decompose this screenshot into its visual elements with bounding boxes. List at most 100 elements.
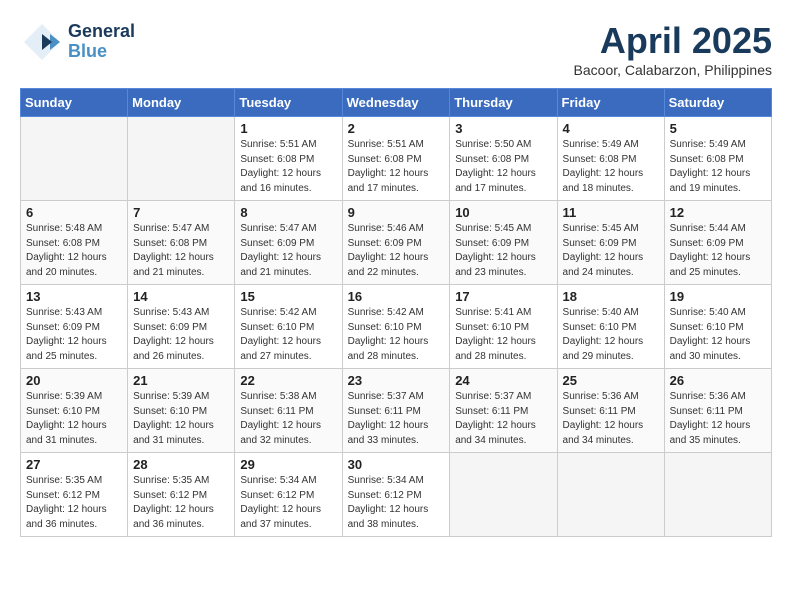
calendar-cell: 30 Sunrise: 5:34 AMSunset: 6:12 PMDayligh… [342, 453, 450, 537]
calendar-cell [21, 117, 128, 201]
day-number: 26 [670, 373, 766, 388]
calendar-cell: 16 Sunrise: 5:42 AMSunset: 6:10 PMDayligh… [342, 285, 450, 369]
day-info: Sunrise: 5:36 AMSunset: 6:11 PMDaylight:… [563, 390, 659, 448]
calendar-cell: 2 Sunrise: 5:51 AMSunset: 6:08 PMDaylight… [342, 117, 450, 201]
day-number: 13 [26, 289, 122, 304]
day-number: 4 [563, 121, 659, 136]
day-info: Sunrise: 5:44 AMSunset: 6:09 PMDaylight:… [670, 222, 766, 280]
day-info: Sunrise: 5:51 AMSunset: 6:08 PMDaylight:… [348, 138, 445, 196]
day-number: 9 [348, 205, 445, 220]
day-info: Sunrise: 5:38 AMSunset: 6:11 PMDaylight:… [240, 390, 336, 448]
day-info: Sunrise: 5:35 AMSunset: 6:12 PMDaylight:… [26, 474, 122, 532]
week-row-4: 20 Sunrise: 5:39 AMSunset: 6:10 PMDayligh… [21, 369, 772, 453]
day-info: Sunrise: 5:47 AMSunset: 6:09 PMDaylight:… [240, 222, 336, 280]
day-info: Sunrise: 5:46 AMSunset: 6:09 PMDaylight:… [348, 222, 445, 280]
day-number: 2 [348, 121, 445, 136]
weekday-header-row: SundayMondayTuesdayWednesdayThursdayFrid… [21, 89, 772, 117]
weekday-header-tuesday: Tuesday [235, 89, 342, 117]
day-info: Sunrise: 5:36 AMSunset: 6:11 PMDaylight:… [670, 390, 766, 448]
weekday-header-friday: Friday [557, 89, 664, 117]
day-number: 1 [240, 121, 336, 136]
day-number: 12 [670, 205, 766, 220]
calendar-cell: 18 Sunrise: 5:40 AMSunset: 6:10 PMDayligh… [557, 285, 664, 369]
day-info: Sunrise: 5:41 AMSunset: 6:10 PMDaylight:… [455, 306, 551, 364]
calendar-cell: 9 Sunrise: 5:46 AMSunset: 6:09 PMDaylight… [342, 201, 450, 285]
calendar-cell: 5 Sunrise: 5:49 AMSunset: 6:08 PMDaylight… [664, 117, 771, 201]
calendar-cell: 10 Sunrise: 5:45 AMSunset: 6:09 PMDayligh… [450, 201, 557, 285]
day-info: Sunrise: 5:49 AMSunset: 6:08 PMDaylight:… [670, 138, 766, 196]
calendar-cell [128, 117, 235, 201]
calendar-cell [664, 453, 771, 537]
day-number: 24 [455, 373, 551, 388]
day-number: 17 [455, 289, 551, 304]
calendar-cell: 6 Sunrise: 5:48 AMSunset: 6:08 PMDaylight… [21, 201, 128, 285]
calendar-cell: 7 Sunrise: 5:47 AMSunset: 6:08 PMDaylight… [128, 201, 235, 285]
calendar-cell: 24 Sunrise: 5:37 AMSunset: 6:11 PMDayligh… [450, 369, 557, 453]
week-row-2: 6 Sunrise: 5:48 AMSunset: 6:08 PMDaylight… [21, 201, 772, 285]
title-area: April 2025 Bacoor, Calabarzon, Philippin… [574, 20, 772, 78]
day-info: Sunrise: 5:37 AMSunset: 6:11 PMDaylight:… [455, 390, 551, 448]
day-number: 30 [348, 457, 445, 472]
calendar-cell: 19Sunrise: 5:40 AMSunset: 6:10 PMDayligh… [664, 285, 771, 369]
day-info: Sunrise: 5:48 AMSunset: 6:08 PMDaylight:… [26, 222, 122, 280]
weekday-header-thursday: Thursday [450, 89, 557, 117]
day-info: Sunrise: 5:43 AMSunset: 6:09 PMDaylight:… [26, 306, 122, 364]
calendar-cell: 21 Sunrise: 5:39 AMSunset: 6:10 PMDayligh… [128, 369, 235, 453]
day-number: 7 [133, 205, 229, 220]
day-number: 16 [348, 289, 445, 304]
calendar-cell: 3 Sunrise: 5:50 AMSunset: 6:08 PMDaylight… [450, 117, 557, 201]
calendar-cell: 27 Sunrise: 5:35 AMSunset: 6:12 PMDayligh… [21, 453, 128, 537]
day-info: Sunrise: 5:37 AMSunset: 6:11 PMDaylight:… [348, 390, 445, 448]
day-number: 10 [455, 205, 551, 220]
calendar-cell: 4 Sunrise: 5:49 AMSunset: 6:08 PMDaylight… [557, 117, 664, 201]
day-info: Sunrise: 5:47 AMSunset: 6:08 PMDaylight:… [133, 222, 229, 280]
calendar-cell [557, 453, 664, 537]
day-info: Sunrise: 5:50 AMSunset: 6:08 PMDaylight:… [455, 138, 551, 196]
day-info: Sunrise: 5:43 AMSunset: 6:09 PMDaylight:… [133, 306, 229, 364]
day-number: 5 [670, 121, 766, 136]
day-info: Sunrise: 5:40 AMSunset: 6:10 PMDaylight:… [563, 306, 659, 364]
calendar-cell: 1Sunrise: 5:51 AMSunset: 6:08 PMDaylight… [235, 117, 342, 201]
day-info: Sunrise: 5:35 AMSunset: 6:12 PMDaylight:… [133, 474, 229, 532]
day-info: Sunrise: 5:45 AMSunset: 6:09 PMDaylight:… [455, 222, 551, 280]
day-info: Sunrise: 5:34 AMSunset: 6:12 PMDaylight:… [240, 474, 336, 532]
weekday-header-monday: Monday [128, 89, 235, 117]
day-number: 28 [133, 457, 229, 472]
day-number: 23 [348, 373, 445, 388]
day-number: 8 [240, 205, 336, 220]
weekday-header-saturday: Saturday [664, 89, 771, 117]
calendar-cell: 26 Sunrise: 5:36 AMSunset: 6:11 PMDayligh… [664, 369, 771, 453]
calendar-cell: 15Sunrise: 5:42 AMSunset: 6:10 PMDayligh… [235, 285, 342, 369]
logo-general: General [68, 22, 135, 42]
calendar-cell: 8 Sunrise: 5:47 AMSunset: 6:09 PMDaylight… [235, 201, 342, 285]
weekday-header-sunday: Sunday [21, 89, 128, 117]
day-number: 6 [26, 205, 122, 220]
day-info: Sunrise: 5:39 AMSunset: 6:10 PMDaylight:… [133, 390, 229, 448]
month-title: April 2025 [574, 20, 772, 62]
logo-blue: Blue [68, 42, 135, 62]
day-number: 14 [133, 289, 229, 304]
day-info: Sunrise: 5:39 AMSunset: 6:10 PMDaylight:… [26, 390, 122, 448]
day-number: 20 [26, 373, 122, 388]
calendar-cell: 11 Sunrise: 5:45 AMSunset: 6:09 PMDayligh… [557, 201, 664, 285]
day-number: 3 [455, 121, 551, 136]
calendar-cell: 14 Sunrise: 5:43 AMSunset: 6:09 PMDayligh… [128, 285, 235, 369]
day-info: Sunrise: 5:45 AMSunset: 6:09 PMDaylight:… [563, 222, 659, 280]
day-number: 27 [26, 457, 122, 472]
header: General Blue April 2025 Bacoor, Calabarz… [20, 20, 772, 78]
week-row-3: 13 Sunrise: 5:43 AMSunset: 6:09 PMDayligh… [21, 285, 772, 369]
day-number: 25 [563, 373, 659, 388]
day-info: Sunrise: 5:42 AMSunset: 6:10 PMDaylight:… [348, 306, 445, 364]
day-number: 11 [563, 205, 659, 220]
calendar-cell: 20 Sunrise: 5:39 AMSunset: 6:10 PMDayligh… [21, 369, 128, 453]
day-info: Sunrise: 5:42 AMSunset: 6:10 PMDaylight:… [240, 306, 336, 364]
location: Bacoor, Calabarzon, Philippines [574, 62, 772, 78]
day-number: 21 [133, 373, 229, 388]
day-number: 18 [563, 289, 659, 304]
calendar-cell: 28 Sunrise: 5:35 AMSunset: 6:12 PMDayligh… [128, 453, 235, 537]
day-info: Sunrise: 5:49 AMSunset: 6:08 PMDaylight:… [563, 138, 659, 196]
calendar-cell [450, 453, 557, 537]
day-info: Sunrise: 5:34 AMSunset: 6:12 PMDaylight:… [348, 474, 445, 532]
day-info: Sunrise: 5:40 AMSunset: 6:10 PMDaylight:… [670, 306, 766, 364]
week-row-5: 27 Sunrise: 5:35 AMSunset: 6:12 PMDayligh… [21, 453, 772, 537]
